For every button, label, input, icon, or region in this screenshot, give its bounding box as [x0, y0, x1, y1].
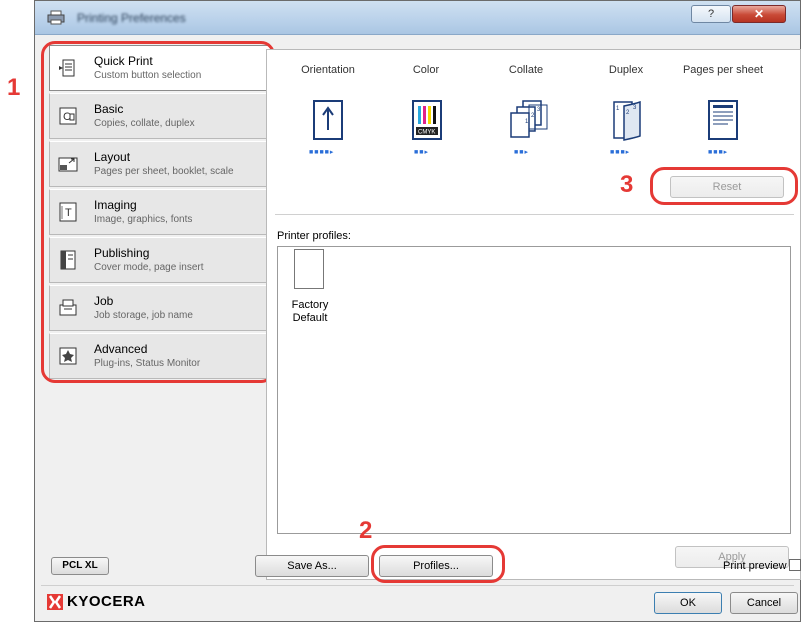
print-preview-checkbox[interactable] — [789, 559, 801, 571]
duplex-position-indicator: ■■■▸ — [610, 149, 631, 156]
profile-page-icon — [294, 249, 324, 289]
collate-icon[interactable]: 3 2 1 — [505, 100, 549, 142]
orientation-portrait-icon[interactable] — [313, 100, 343, 140]
duplex-icon[interactable]: 1 3 2 — [612, 100, 642, 142]
printer-icon — [47, 10, 65, 25]
column-header-color: Color — [412, 64, 440, 76]
kyocera-logo: KYOCERA — [47, 593, 167, 611]
brand-text: KYOCERA — [67, 593, 146, 610]
printer-profiles-list: Factory Default — [277, 246, 791, 534]
cancel-button[interactable]: Cancel — [730, 592, 798, 614]
pages-per-sheet-icon[interactable] — [708, 100, 738, 140]
profile-name-line-2: Default — [292, 312, 328, 324]
printing-preferences-window: Printing Preferences ? ✕ Quick Print Cus… — [34, 0, 801, 622]
close-button[interactable]: ✕ — [732, 5, 786, 23]
column-header-duplex: Duplex — [608, 64, 644, 76]
collate-position-indicator: ■■▸ — [514, 149, 529, 156]
ok-button[interactable]: OK — [654, 592, 722, 614]
title-bar: Printing Preferences ? ✕ — [35, 1, 800, 35]
step-1-label: 1 — [7, 74, 21, 101]
highlight-ring-nav — [41, 41, 275, 383]
column-header-pages-per-sheet: Pages per sheet — [682, 64, 764, 76]
panel-divider — [275, 214, 794, 215]
window-title: Printing Preferences — [77, 11, 186, 25]
footer-divider — [41, 585, 794, 586]
step-2-label: 2 — [359, 517, 373, 544]
pages-per-sheet-position-indicator: ■■■▸ — [708, 149, 729, 156]
print-preview-label: Print preview — [723, 560, 787, 572]
color-position-indicator: ■■▸ — [414, 149, 429, 156]
svg-text:CMYK: CMYK — [418, 130, 435, 136]
pdl-button[interactable]: PCL XL — [51, 557, 109, 575]
highlight-ring-reset — [650, 167, 798, 205]
profile-name-line-1: Factory — [291, 299, 329, 311]
printer-profiles-label: Printer profiles: — [277, 230, 351, 242]
save-as-button[interactable]: Save As... — [255, 555, 369, 577]
quick-print-panel: Orientation Color Collate Duplex Pages p… — [266, 49, 801, 580]
column-header-collate: Collate — [508, 64, 544, 76]
column-header-orientation: Orientation — [301, 64, 355, 76]
highlight-ring-profiles — [371, 545, 505, 583]
help-button[interactable]: ? — [691, 5, 731, 23]
color-cmyk-icon[interactable]: CMYK — [412, 100, 442, 140]
kyocera-mark-icon — [47, 594, 63, 610]
step-3-label: 3 — [620, 171, 634, 198]
profile-factory-default[interactable]: Factory Default — [288, 249, 348, 331]
orientation-position-indicator: ■■■■▸ — [309, 149, 335, 156]
dialog-body: Quick Print Custom button selection C Ba… — [41, 39, 801, 615]
